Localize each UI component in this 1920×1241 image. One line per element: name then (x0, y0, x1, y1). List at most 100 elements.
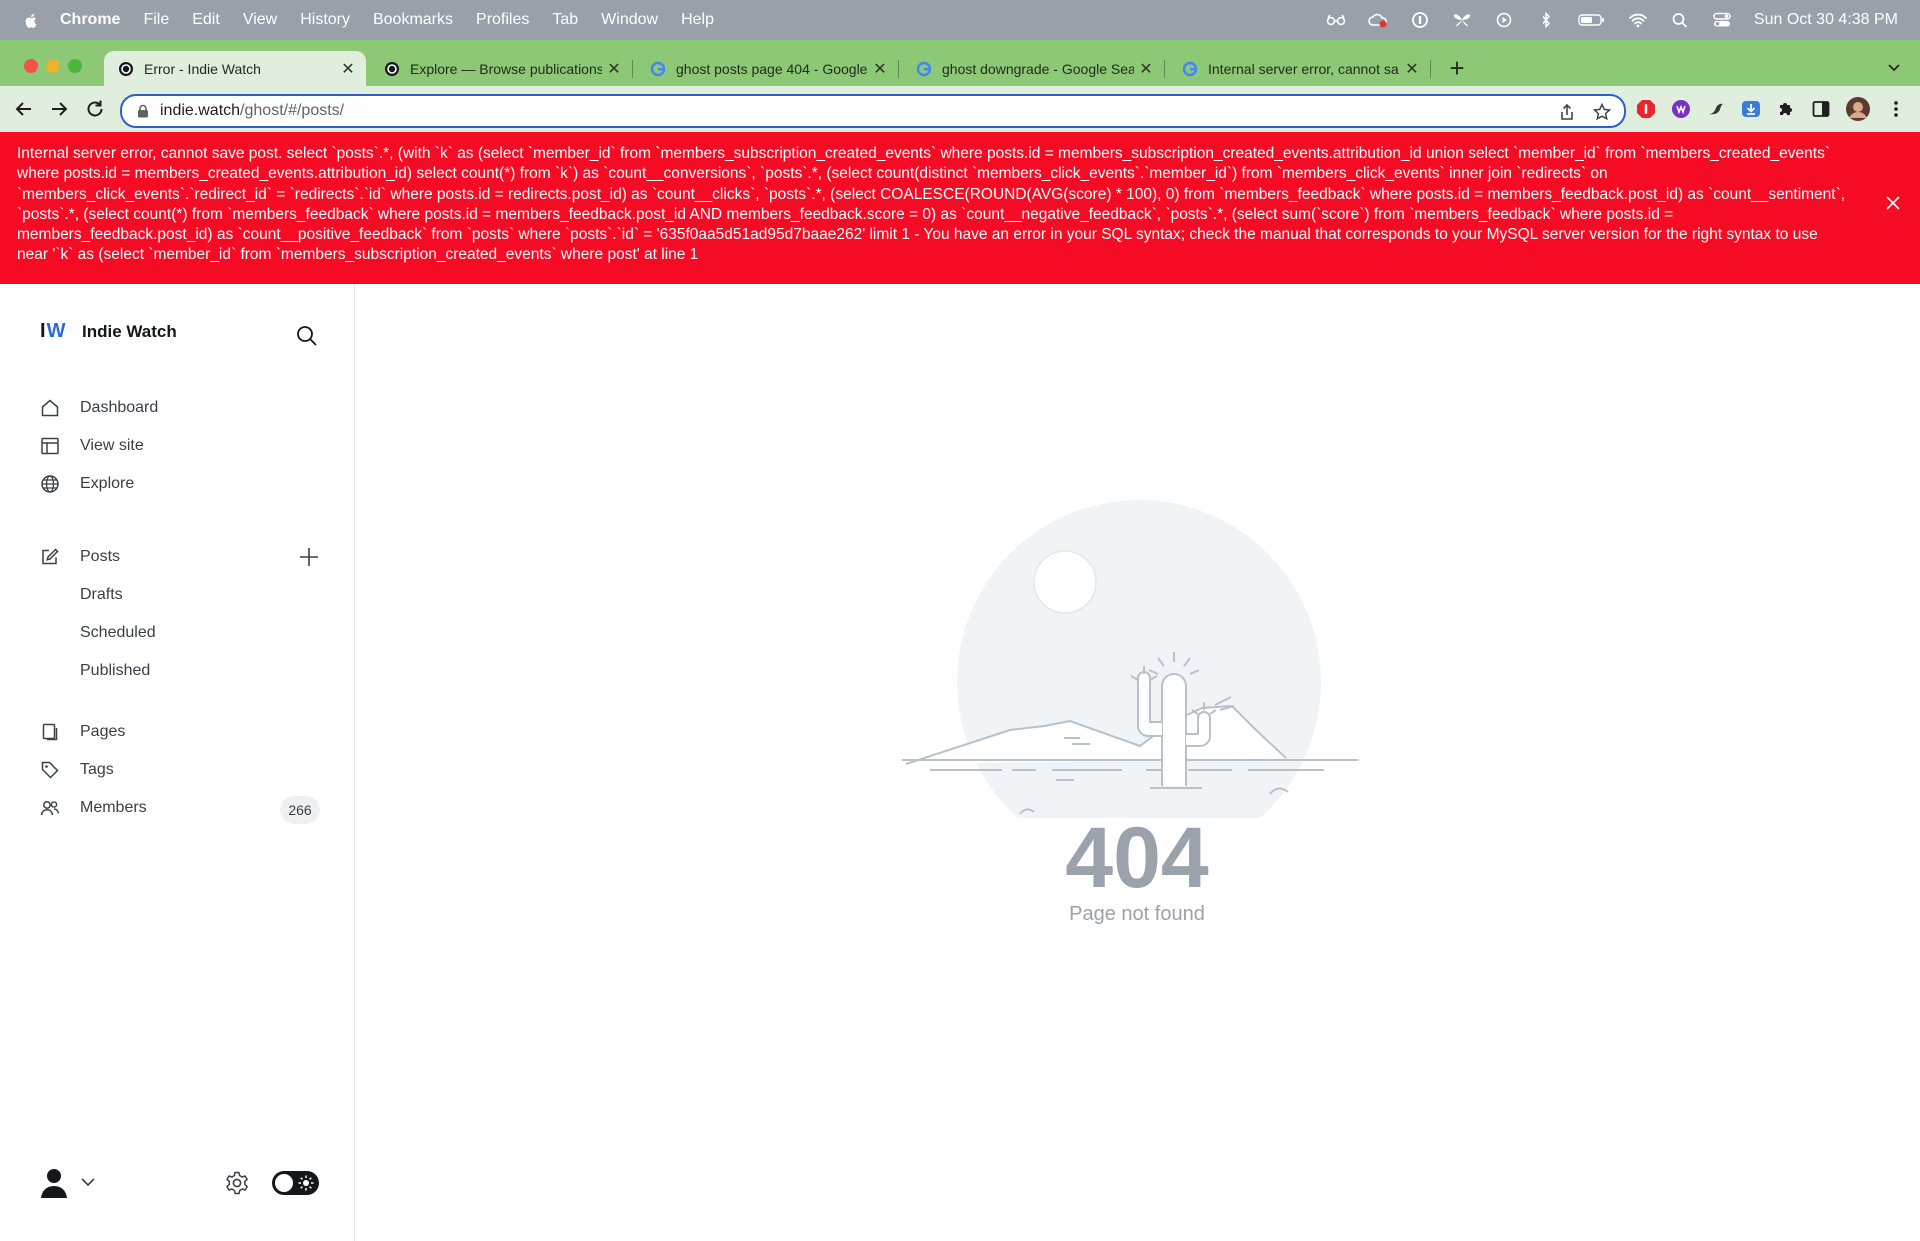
tab-close-icon[interactable]: ✕ (1400, 59, 1424, 79)
sidebar-item-scheduled[interactable]: Scheduled (80, 618, 156, 648)
lock-icon[interactable] (136, 104, 150, 118)
tab-title: ghost downgrade - Google Sea (942, 61, 1134, 77)
edit-icon (42, 548, 59, 565)
tab-google-ghost-downgrade[interactable]: ghost downgrade - Google Sea ✕ (902, 51, 1165, 87)
tab-explore[interactable]: Explore — Browse publications ✕ (370, 51, 633, 87)
google-icon (1182, 61, 1198, 77)
tab-separator (1164, 60, 1165, 78)
dark-mode-toggle[interactable] (272, 1171, 319, 1195)
sidebar-item-explore[interactable]: Explore (40, 469, 134, 499)
sidebar-item-label: Members (80, 799, 147, 816)
menu-file[interactable]: File (143, 11, 169, 29)
spotlight-search-icon[interactable] (1670, 12, 1690, 28)
sidebar-item-label: View site (80, 437, 144, 454)
tab-separator (1430, 60, 1431, 78)
site-brand[interactable]: IW Indie Watch (40, 320, 177, 343)
tab-google-ghost-posts-404[interactable]: ghost posts page 404 - Google ✕ (636, 51, 899, 87)
members-count-badge: 266 (280, 796, 320, 824)
menu-app-chrome[interactable]: Chrome (60, 11, 120, 29)
sidebar-item-pages[interactable]: Pages (40, 717, 125, 747)
menu-profiles[interactable]: Profiles (476, 11, 529, 29)
forward-arrow-icon[interactable] (47, 97, 71, 121)
download-extension-icon[interactable] (1741, 99, 1761, 119)
side-panel-icon[interactable] (1811, 99, 1831, 119)
adblock-extension-icon[interactable] (1636, 99, 1656, 119)
sidebar-item-tags[interactable]: Tags (40, 755, 114, 785)
reload-icon[interactable] (83, 97, 107, 121)
search-icon[interactable] (296, 325, 318, 347)
menu-view[interactable]: View (243, 11, 277, 29)
profile-avatar-icon[interactable] (1846, 97, 1870, 121)
sidebar-item-posts[interactable]: Posts (40, 542, 120, 572)
tab-close-icon[interactable]: ✕ (868, 59, 892, 79)
close-icon[interactable] (1884, 194, 1902, 212)
window-minimize-button[interactable] (46, 59, 60, 73)
url-path: /ghost/#/posts/ (240, 102, 345, 119)
window-close-button[interactable] (24, 59, 38, 73)
tab-google-internal-server-error[interactable]: Internal server error, cannot sa ✕ (1168, 51, 1431, 87)
bluetooth-icon[interactable] (1536, 12, 1556, 28)
user-avatar-icon[interactable] (38, 1166, 70, 1198)
new-tab-button[interactable]: + (1445, 52, 1469, 84)
tab-search-chevron-icon[interactable] (1885, 58, 1903, 76)
gear-icon[interactable] (224, 1170, 250, 1196)
chevron-down-icon[interactable] (80, 1176, 96, 1188)
admin-sidebar: IW Indie Watch Dashboard View site Explo… (0, 284, 355, 1241)
sidebar-item-label: Tags (80, 761, 114, 778)
tab-error-indie-watch[interactable]: Error - Indie Watch ✕ (104, 51, 366, 87)
tab-close-icon[interactable]: ✕ (1134, 59, 1158, 79)
menu-window[interactable]: Window (601, 11, 658, 29)
members-icon (40, 801, 60, 816)
menu-edit[interactable]: Edit (192, 11, 220, 29)
page-not-found-text: Page not found (1069, 903, 1205, 925)
tab-close-icon[interactable]: ✕ (602, 59, 626, 79)
tab-title: Internal server error, cannot sa (1208, 61, 1399, 77)
window-zoom-button[interactable] (68, 59, 82, 73)
menu-help[interactable]: Help (681, 11, 714, 29)
glasses-icon[interactable] (1326, 12, 1346, 28)
sidebar-item-dashboard[interactable]: Dashboard (40, 393, 158, 423)
sun-icon (298, 1175, 314, 1191)
play-circle-icon[interactable] (1494, 12, 1514, 28)
error-message: Internal server error, cannot save post.… (17, 145, 1846, 264)
tab-separator (632, 60, 633, 78)
sidebar-item-view-site[interactable]: View site (40, 431, 144, 461)
sidebar-item-published[interactable]: Published (80, 656, 150, 686)
globe-icon (41, 475, 59, 493)
layout-icon (41, 437, 59, 455)
control-center-icon[interactable] (1712, 12, 1732, 28)
battery-icon[interactable] (1578, 12, 1606, 28)
address-bar[interactable]: indie.watch/ghost/#/posts/ (120, 94, 1626, 128)
menu-tab[interactable]: Tab (552, 11, 578, 29)
apple-icon[interactable] (22, 11, 40, 29)
menu-bookmarks[interactable]: Bookmarks (373, 11, 453, 29)
ghost-icon (385, 62, 399, 76)
menu-history[interactable]: History (300, 11, 350, 29)
wifi-icon[interactable] (1628, 12, 1648, 28)
desert-cactus-illustration (902, 500, 1358, 818)
tab-title: Explore — Browse publications (410, 61, 602, 77)
error-notification: Internal server error, cannot save post.… (0, 132, 1920, 284)
tab-close-icon[interactable]: ✕ (336, 59, 360, 79)
error-code-404: 404 (1065, 810, 1209, 906)
menubar-clock[interactable]: Sun Oct 30 4:38 PM (1754, 11, 1898, 29)
butterfly-icon[interactable] (1452, 12, 1472, 28)
site-name: Indie Watch (82, 321, 177, 341)
menubar-status-area: Sun Oct 30 4:38 PM (1326, 0, 1898, 40)
new-post-plus-icon[interactable] (298, 546, 320, 568)
back-arrow-icon[interactable] (12, 97, 36, 121)
sidebar-item-members[interactable]: Members (40, 793, 147, 823)
ghost-icon (119, 62, 133, 76)
home-icon (41, 399, 59, 417)
bookmark-star-icon[interactable] (1593, 103, 1611, 121)
onepassword-icon[interactable] (1410, 12, 1430, 28)
extensions-puzzle-icon[interactable] (1776, 99, 1796, 119)
toggle-knob (275, 1174, 293, 1192)
purple-extension-icon[interactable] (1671, 99, 1691, 119)
more-vert-icon[interactable] (1886, 99, 1906, 119)
cloud-sync-icon[interactable] (1368, 12, 1388, 28)
bird-extension-icon[interactable] (1706, 99, 1726, 119)
sidebar-item-drafts[interactable]: Drafts (80, 580, 123, 610)
tag-icon (41, 761, 59, 779)
share-icon[interactable] (1558, 103, 1576, 121)
